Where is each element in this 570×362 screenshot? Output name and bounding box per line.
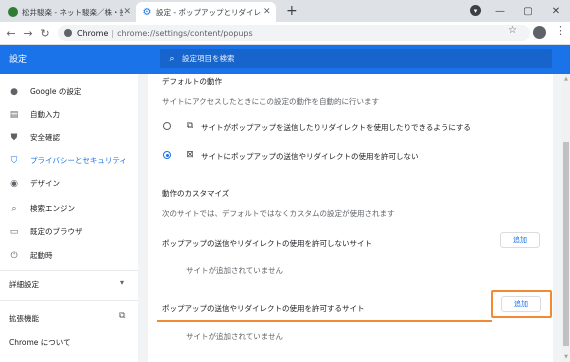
close-tab-icon[interactable]: ✕ — [123, 7, 132, 17]
minimize-icon[interactable]: — — [486, 0, 514, 22]
sidebar-item-default-browser[interactable]: ▭ 既定のブラウザ — [0, 221, 138, 242]
sidebar-advanced[interactable]: 詳細設定 — [9, 279, 39, 290]
settings-gear-icon: ⚙ — [142, 6, 152, 18]
sidebar-about-chrome[interactable]: Chrome について — [9, 337, 71, 348]
option-block-label[interactable]: サイトにポップアップの送信やリダイレクトの使用を許可しない — [201, 151, 419, 162]
new-tab-button[interactable]: + — [286, 3, 298, 19]
radio-allow-popups[interactable] — [163, 122, 171, 130]
popup-blocked-icon: ⊠ — [186, 150, 194, 160]
block-section-label: ポップアップの送信やリダイレクトの使用を許可しないサイト — [162, 239, 372, 248]
sidebar-item-label: 検索エンジン — [30, 204, 75, 213]
reload-icon[interactable]: ↻ — [37, 24, 53, 42]
highlight-underline — [157, 320, 492, 322]
sidebar-divider — [0, 300, 138, 301]
sidebar-item-label: デザイン — [30, 179, 60, 188]
settings-search-input[interactable]: ⌕ 設定項目を検索 — [160, 49, 552, 68]
bookmark-star-icon[interactable]: ☆ — [508, 25, 517, 36]
external-link-icon: ⧉ — [186, 121, 194, 131]
tab-title: 松井駿楽 - ネット駿楽／株・投信・… — [22, 7, 123, 17]
clipboard-icon: ▤ — [9, 109, 19, 120]
window-close-icon[interactable]: ✕ — [542, 0, 570, 22]
url-text: chrome://settings/content/popups — [117, 28, 253, 38]
page-title: 設定 — [9, 55, 28, 65]
sidebar-item-privacy[interactable]: ⛉ プライバシーとセキュリティ — [0, 150, 138, 171]
allow-empty-text: サイトが追加されていません — [186, 332, 284, 341]
scrollbar-thumb[interactable] — [563, 142, 569, 346]
scroll-down-icon[interactable]: ▼ — [562, 353, 570, 361]
tab-title: 設定 - ポップアップとリダイレクト — [156, 7, 261, 17]
block-empty-text: サイトが追加されていません — [186, 266, 284, 275]
address-bar[interactable]: Chrome | chrome://settings/content/popup… — [58, 25, 530, 41]
back-icon[interactable]: ← — [3, 24, 19, 42]
radio-block-popups[interactable] — [163, 151, 171, 159]
close-tab-icon[interactable]: ✕ — [261, 7, 272, 17]
sidebar-item-label: プライバシーとセキュリティ — [30, 156, 127, 165]
url-origin: Chrome — [77, 28, 109, 38]
sidebar-item-label: Google の設定 — [30, 87, 82, 96]
chrome-icon — [64, 29, 72, 37]
sidebar-divider — [0, 270, 138, 271]
url-separator: | — [111, 28, 115, 38]
sidebar-item-label: 安全確認 — [30, 133, 60, 142]
menu-dots-icon[interactable]: ⋮ — [555, 24, 566, 37]
palette-icon: ◉ — [10, 178, 18, 189]
sidebar-item-label: 既定のブラウザ — [30, 227, 83, 236]
allow-section-label: ポップアップの送信やリダイレクトの使用を許可するサイト — [162, 304, 365, 313]
forward-icon[interactable]: → — [20, 24, 36, 42]
sidebar-item-search-engine[interactable]: ⌕ 検索エンジン — [0, 198, 138, 219]
person-icon: ● — [10, 86, 18, 97]
sidebar-item-label: 自動入力 — [30, 110, 60, 119]
maximize-icon[interactable]: ▢ — [514, 0, 542, 22]
default-behavior-desc: サイトにアクセスしたときにこの設定の動作を自動的に行います — [162, 97, 379, 106]
shield-check-icon: ⛊ — [10, 132, 18, 143]
profile-avatar-icon[interactable] — [533, 26, 546, 39]
open-in-new-icon[interactable]: ⧉ — [119, 311, 125, 321]
tab-inactive[interactable]: 松井駿楽 - ネット駿楽／株・投信・… ✕ — [2, 2, 136, 22]
search-icon: ⌕ — [169, 53, 175, 64]
sidebar-extensions[interactable]: 拡張機能 — [9, 313, 39, 324]
sidebar-item-label: 起動時 — [30, 251, 53, 260]
highlight-box — [491, 290, 552, 318]
power-icon: ⏻ — [10, 250, 18, 261]
chevron-down-icon[interactable]: ▾ — [120, 278, 124, 287]
custom-behavior-desc: 次のサイトでは、デフォルトではなくカスタムの設定が使用されます — [162, 209, 395, 218]
sidebar-item-google[interactable]: ● Google の設定 — [0, 81, 138, 102]
scroll-up-icon[interactable]: ▲ — [562, 75, 570, 83]
tab-active[interactable]: ⚙ 設定 - ポップアップとリダイレクト ✕ — [136, 2, 276, 22]
option-allow-label[interactable]: サイトがポップアップを送信したりリダイレクトを使用したりできるようにする — [201, 122, 471, 133]
tab-search-icon[interactable]: ▾ — [470, 5, 481, 16]
browser-icon: ▭ — [9, 226, 19, 237]
sidebar-item-on-startup[interactable]: ⏻ 起動時 — [0, 245, 138, 266]
custom-behavior-title: 動作のカスタマイズ — [162, 189, 230, 198]
site-favicon-icon — [8, 7, 18, 17]
shield-icon: ⛉ — [10, 155, 18, 166]
search-placeholder: 設定項目を検索 — [182, 54, 235, 63]
add-block-site-button[interactable]: 追加 — [500, 232, 540, 248]
search-icon: ⌕ — [11, 203, 17, 214]
default-behavior-title: デフォルトの動作 — [162, 77, 222, 86]
sidebar-item-safety-check[interactable]: ⛊ 安全確認 — [0, 127, 138, 148]
sidebar-item-appearance[interactable]: ◉ デザイン — [0, 173, 138, 194]
sidebar-item-autofill[interactable]: ▤ 自動入力 — [0, 104, 138, 125]
